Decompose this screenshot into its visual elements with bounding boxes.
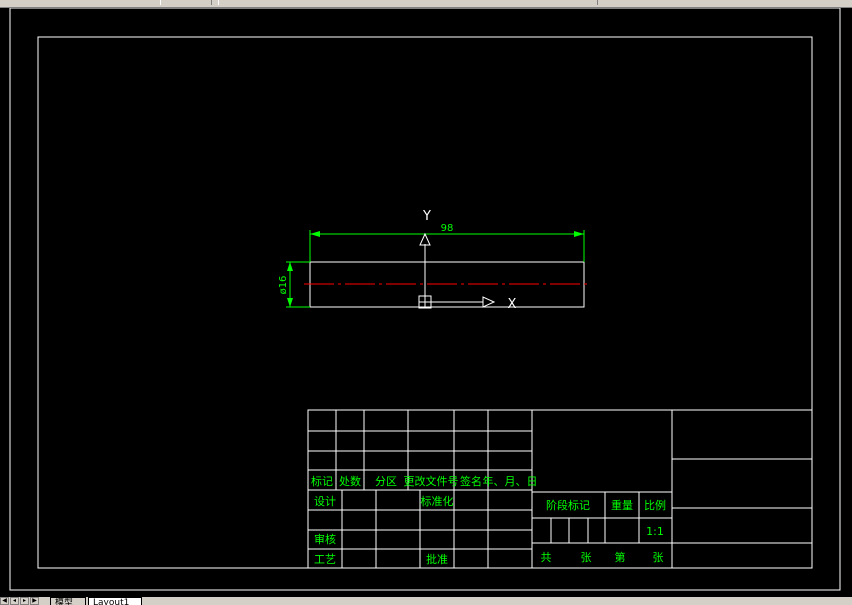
tab-model[interactable]: 模型 [50, 597, 86, 605]
label-weight: 重量 [611, 498, 633, 512]
label-sheets: 张 [581, 551, 592, 564]
label-page: 第 [615, 550, 626, 564]
dimension-length-text: 98 [441, 223, 454, 234]
layout-tab-bar: ◀ ◂ ▸ ▶ 模型 Layout1 [0, 597, 852, 605]
label-count: 处数 [339, 475, 361, 488]
label-sign: 签名 [460, 474, 482, 488]
last-icon[interactable]: ▶ [30, 597, 39, 605]
label-zone: 分区 [375, 475, 397, 488]
drawing-svg: 98 ø16 Y X 标记 处数 分区 更改文件号 签名 年、月、日 设计 标准… [9, 8, 841, 591]
dimension-diameter-text: ø16 [278, 276, 289, 295]
label-approve: 批准 [426, 552, 448, 566]
toolbar-control[interactable] [160, 0, 212, 5]
label-doc-no: 更改文件号 [404, 474, 459, 488]
ucs-x-label: X [508, 297, 517, 312]
label-total: 共 [541, 551, 552, 564]
toolbar-strip [0, 0, 852, 8]
label-stage-mark: 阶段标记 [546, 498, 590, 512]
label-process: 工艺 [314, 553, 336, 566]
label-review: 审核 [314, 532, 336, 546]
toolbar-control[interactable] [218, 0, 598, 5]
title-block [307, 409, 813, 569]
label-sheet2: 张 [653, 551, 664, 564]
tab-layout1[interactable]: Layout1 [88, 597, 142, 605]
first-icon[interactable]: ◀ [0, 597, 9, 605]
drawing-canvas[interactable]: 98 ø16 Y X 标记 处数 分区 更改文件号 签名 年、月、日 设计 标准… [0, 8, 852, 597]
label-design: 设计 [314, 495, 336, 508]
label-standardize: 标准化 [421, 494, 454, 508]
ucs-icon: Y X [418, 209, 517, 312]
label-date: 年、月、日 [483, 474, 538, 488]
prev-icon[interactable]: ◂ [10, 597, 19, 605]
next-icon[interactable]: ▸ [20, 597, 29, 605]
label-scale: 比例 [644, 498, 666, 512]
label-mark: 标记 [311, 474, 333, 488]
ucs-y-label: Y [422, 209, 431, 224]
scale-value: 1:1 [646, 525, 664, 538]
dimension-length: 98 [309, 223, 585, 262]
